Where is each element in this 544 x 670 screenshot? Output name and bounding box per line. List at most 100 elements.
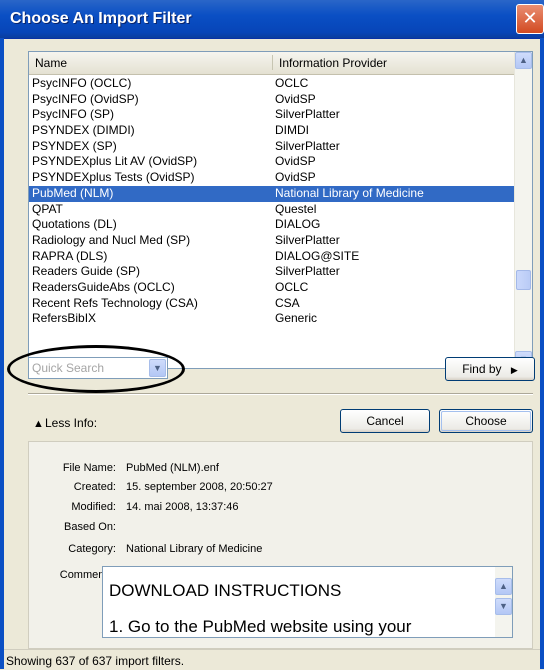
row-provider: OvidSP — [275, 91, 316, 106]
row-provider: OCLC — [275, 279, 309, 294]
scroll-up-button[interactable]: ▲ — [515, 52, 532, 69]
column-separator[interactable] — [272, 55, 273, 70]
info-created: Created: 15. september 2008, 20:50:27 — [29, 481, 529, 495]
choose-button[interactable]: Choose — [439, 409, 533, 433]
info-label: Modified: — [71, 501, 116, 513]
list-row[interactable]: PsycINFO (SP) SilverPlatter — [29, 107, 515, 123]
row-provider: SilverPlatter — [275, 264, 340, 279]
row-name: Radiology and Nucl Med (SP) — [32, 232, 191, 247]
chevron-up-icon: ▲ — [499, 581, 508, 591]
less-info-label: Less Info: — [45, 416, 98, 430]
row-provider: OvidSP — [275, 170, 316, 185]
status-bar: Showing 637 of 637 import filters. — [4, 649, 540, 670]
list-row[interactable]: Quotations (DL) DIALOG — [29, 217, 515, 233]
find-by-button[interactable]: Find by ▶ — [445, 357, 535, 381]
row-provider: National Library of Medicine — [275, 185, 424, 200]
list-row[interactable]: PSYNDEX (DIMDI) DIMDI — [29, 123, 515, 139]
close-icon: ✕ — [522, 8, 538, 28]
list-row[interactable]: PsycINFO (OCLC) OCLC — [29, 76, 515, 92]
scroll-down-button[interactable]: ▼ — [495, 598, 512, 615]
less-info-toggle[interactable]: ▲Less Info: — [33, 416, 97, 430]
list-row[interactable]: QPAT Questel — [29, 202, 515, 218]
cancel-button[interactable]: Cancel — [340, 409, 430, 433]
row-provider: Questel — [275, 201, 317, 216]
info-value: National Library of Medicine — [126, 543, 263, 555]
find-by-label: Find by — [462, 362, 502, 376]
close-button[interactable]: ✕ — [516, 4, 544, 34]
list-row[interactable]: Radiology and Nucl Med (SP) SilverPlatter — [29, 233, 515, 249]
row-name: RefersBibIX — [32, 311, 97, 326]
info-value: 14. mai 2008, 13:37:46 — [126, 501, 239, 513]
row-provider: DIMDI — [275, 123, 309, 138]
choose-label: Choose — [465, 414, 507, 428]
info-label: File Name: — [62, 462, 116, 474]
chevron-down-icon: ▼ — [499, 601, 508, 611]
info-based-on: Based On: — [29, 521, 529, 535]
scroll-up-button[interactable]: ▲ — [495, 578, 512, 595]
row-name: QPAT — [32, 201, 63, 216]
list-row[interactable]: PubMed (NLM) National Library of Medicine — [29, 185, 515, 202]
row-provider: SilverPlatter — [275, 232, 340, 247]
row-provider: OvidSP — [275, 154, 316, 169]
list-scrollbar[interactable]: ▲ ▼ — [514, 52, 532, 368]
row-name: PsycINFO (SP) — [32, 107, 115, 122]
row-provider: SilverPlatter — [275, 107, 340, 122]
title-bar[interactable]: Choose An Import Filter ✕ — [0, 0, 544, 39]
comments-scrollbar[interactable]: ▲ ▼ — [495, 567, 512, 637]
comments-textbox[interactable]: DOWNLOAD INSTRUCTIONS 1. Go to the PubMe… — [102, 566, 513, 638]
row-name: RAPRA (DLS) — [32, 248, 108, 263]
list-row[interactable]: RAPRA (DLS) DIALOG@SITE — [29, 249, 515, 265]
window-frame-right — [540, 38, 544, 669]
row-name: Recent Refs Technology (CSA) — [32, 295, 198, 310]
row-provider: OCLC — [275, 76, 309, 90]
cancel-label: Cancel — [366, 414, 404, 428]
list-row[interactable]: ReadersGuideAbs (OCLC) OCLC — [29, 280, 515, 296]
list-row[interactable]: PSYNDEX (SP) SilverPlatter — [29, 139, 515, 155]
divider — [28, 393, 533, 395]
row-name: PSYNDEX (SP) — [32, 138, 117, 153]
scroll-thumb[interactable] — [516, 270, 531, 290]
comments-line: 1. Go to the PubMed website using your — [109, 617, 412, 636]
list-row[interactable]: Recent Refs Technology (CSA) CSA — [29, 296, 515, 312]
list-row[interactable]: PsycINFO (OvidSP) OvidSP — [29, 92, 515, 108]
row-name: PSYNDEXplus Lit AV (OvidSP) — [32, 154, 198, 169]
column-header-name[interactable]: Name — [35, 56, 67, 70]
comments-line: DOWNLOAD INSTRUCTIONS — [109, 581, 342, 600]
row-name: PsycINFO (OvidSP) — [32, 91, 139, 106]
list-row[interactable]: RefersBibIX Generic — [29, 311, 515, 327]
list-rows: PsycINFO (OCLC) OCLC PsycINFO (OvidSP) Ovid… — [29, 76, 515, 327]
column-header-provider[interactable]: Information Provider — [279, 56, 387, 70]
row-provider: CSA — [275, 295, 300, 310]
row-name: ReadersGuideAbs (OCLC) — [32, 279, 175, 294]
info-value: 15. september 2008, 20:50:27 — [126, 481, 273, 493]
info-modified: Modified: 14. mai 2008, 13:37:46 — [29, 501, 529, 515]
row-provider: DIALOG — [275, 217, 321, 232]
info-value: PubMed (NLM).enf — [126, 462, 219, 474]
row-provider: SilverPlatter — [275, 138, 340, 153]
highlight-annotation-oval — [7, 345, 185, 393]
info-file-name: File Name: PubMed (NLM).enf — [29, 462, 529, 476]
list-row[interactable]: PSYNDEXplus Lit AV (OvidSP) OvidSP — [29, 154, 515, 170]
window-title: Choose An Import Filter — [10, 10, 192, 27]
info-category: Category: National Library of Medicine — [29, 543, 529, 557]
triangle-right-icon: ▶ — [510, 365, 518, 375]
row-name: PSYNDEXplus Tests (OvidSP) — [32, 170, 195, 185]
row-name: Readers Guide (SP) — [32, 264, 141, 279]
row-name: PSYNDEX (DIMDI) — [32, 123, 135, 138]
row-name: PubMed (NLM) — [32, 185, 114, 200]
info-label: Created: — [73, 481, 116, 493]
status-text: Showing 637 of 637 import filters. — [6, 654, 185, 668]
row-name: PsycINFO (OCLC) — [32, 76, 132, 90]
row-name: Quotations (DL) — [32, 217, 117, 232]
list-header: Name Information Provider — [29, 52, 515, 75]
chevron-up-icon: ▲ — [519, 55, 528, 65]
list-row[interactable]: PSYNDEXplus Tests (OvidSP) OvidSP — [29, 170, 515, 186]
row-provider: Generic — [275, 311, 318, 326]
window-frame-left — [0, 38, 4, 669]
list-row[interactable]: Readers Guide (SP) SilverPlatter — [29, 264, 515, 280]
info-label: Category: — [68, 543, 116, 555]
info-label: Based On: — [64, 521, 116, 533]
row-provider: DIALOG@SITE — [275, 248, 360, 263]
collapse-up-icon: ▲ — [33, 418, 44, 430]
filter-list[interactable]: Name Information Provider PsycINFO (OCLC… — [28, 51, 533, 369]
